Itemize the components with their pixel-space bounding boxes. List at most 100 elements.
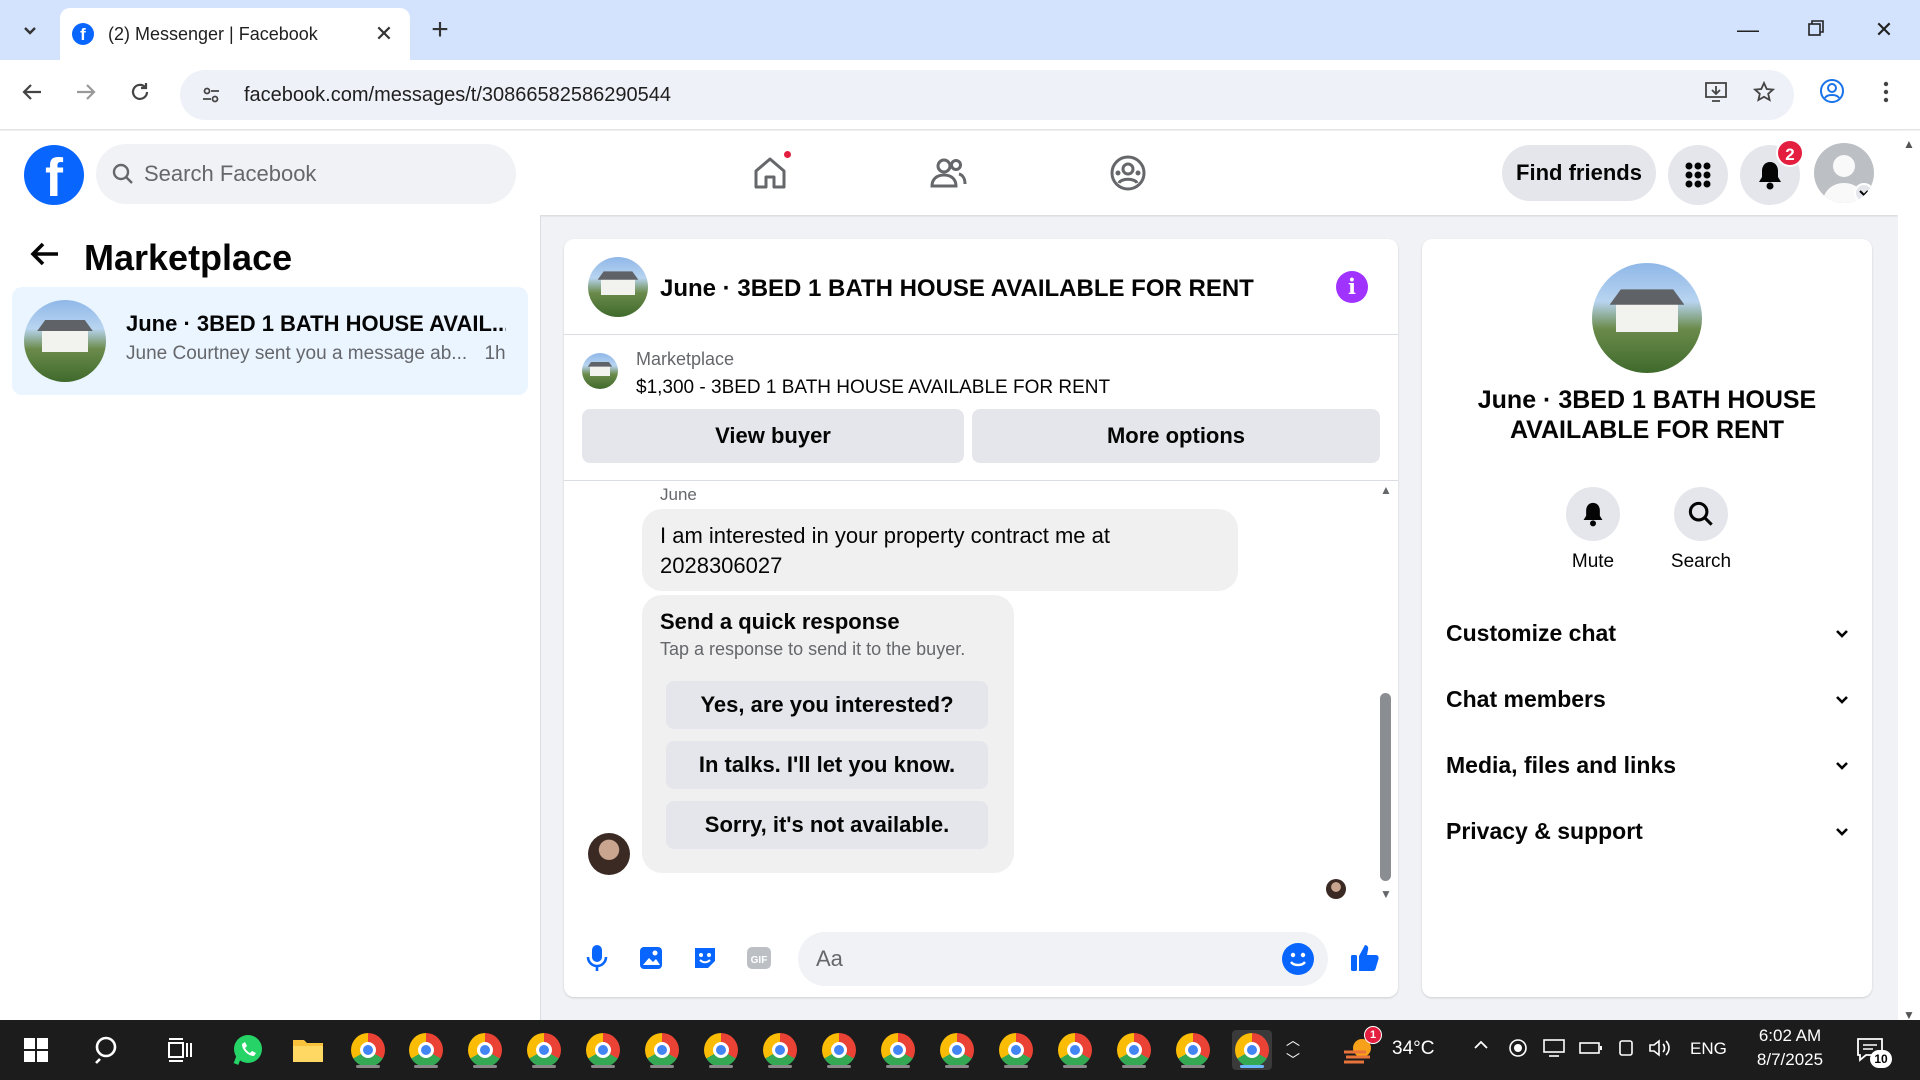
language-indicator[interactable]: ENG (1690, 1039, 1727, 1059)
info-icon[interactable]: i (1336, 271, 1368, 303)
chrome-app[interactable] (348, 1030, 388, 1070)
svg-text:GIF: GIF (751, 955, 768, 966)
taskbar-overflow-button[interactable]: ︿ ﹀ (1280, 1030, 1306, 1070)
mute-bell-icon[interactable] (1566, 487, 1620, 541)
chrome-app-active[interactable] (1232, 1030, 1272, 1070)
network-tray-icon[interactable] (1616, 1038, 1636, 1064)
media-files-links-section[interactable]: Media, files and links (1446, 739, 1850, 791)
running-indicator (945, 1065, 969, 1068)
close-tab-icon[interactable]: ✕ (370, 21, 398, 47)
location-tray-icon[interactable] (1508, 1038, 1528, 1064)
voice-clip-button[interactable] (580, 941, 614, 975)
conversation-item-selected[interactable]: June · 3BED 1 BATH HOUSE AVAIL... June C… (12, 287, 528, 395)
quick-reply-in-talks[interactable]: In talks. I'll let you know. (666, 741, 988, 789)
reload-button[interactable] (122, 78, 158, 114)
chat-scrollbar-thumb[interactable] (1380, 693, 1391, 881)
install-app-icon[interactable] (1698, 81, 1734, 109)
chat-scroll-down-icon[interactable]: ▼ (1378, 887, 1394, 901)
page-scrollbar[interactable]: ▲ ▼ (1898, 131, 1920, 1022)
site-info-icon[interactable] (194, 78, 228, 112)
chat-members-section[interactable]: Chat members (1446, 673, 1850, 725)
bookmark-star-icon[interactable] (1746, 80, 1782, 109)
browser-menu-button[interactable] (1868, 78, 1904, 114)
tab-search-dropdown[interactable] (10, 12, 50, 48)
like-button[interactable] (1348, 941, 1382, 975)
address-bar[interactable]: facebook.com/messages/t/3086658258629054… (180, 70, 1794, 120)
battery-tray-icon[interactable] (1578, 1038, 1604, 1064)
notification-center-button[interactable]: 10 (1850, 1030, 1892, 1070)
chrome-app[interactable] (760, 1030, 800, 1070)
privacy-support-section[interactable]: Privacy & support (1446, 805, 1850, 857)
browser-tab-active[interactable]: f (2) Messenger | Facebook ✕ (60, 8, 410, 60)
message-input-box[interactable] (798, 932, 1328, 986)
device-tray-icon[interactable] (1542, 1038, 1566, 1064)
listing-title[interactable]: $1,300 - 3BED 1 BATH HOUSE AVAILABLE FOR… (636, 377, 1110, 399)
nav-friends[interactable] (908, 145, 988, 201)
chrome-app[interactable] (878, 1030, 918, 1070)
facebook-search[interactable] (96, 144, 516, 204)
search-in-chat-icon[interactable] (1674, 487, 1728, 541)
show-hidden-icons[interactable] (1472, 1036, 1490, 1060)
search-input[interactable] (144, 161, 484, 187)
new-tab-button[interactable]: + (422, 14, 458, 46)
volume-tray-icon[interactable] (1648, 1038, 1672, 1064)
quick-reply-interested[interactable]: Yes, are you interested? (666, 681, 988, 729)
facebook-logo-icon[interactable]: f (24, 145, 84, 205)
chrome-app[interactable] (701, 1030, 741, 1070)
account-avatar[interactable] (1814, 143, 1874, 203)
details-listing-avatar[interactable] (1592, 263, 1702, 373)
chrome-app[interactable] (1114, 1030, 1154, 1070)
chat-listing-avatar[interactable] (588, 257, 648, 317)
chrome-app[interactable] (642, 1030, 682, 1070)
chat-title[interactable]: June · 3BED 1 BATH HOUSE AVAILABLE FOR R… (660, 275, 1254, 303)
more-options-button[interactable]: More options (972, 409, 1380, 463)
emoji-button[interactable] (1282, 943, 1314, 975)
sticker-button[interactable] (688, 941, 722, 975)
file-explorer-app[interactable] (288, 1030, 328, 1070)
mute-action[interactable]: Mute (1548, 487, 1638, 573)
scroll-up-arrow-icon[interactable]: ▲ (1903, 137, 1915, 151)
url-text: facebook.com/messages/t/3086658258629054… (244, 83, 671, 106)
search-action[interactable]: Search (1656, 487, 1746, 573)
chrome-app[interactable] (996, 1030, 1036, 1070)
task-view-button[interactable] (160, 1030, 200, 1070)
temperature-text[interactable]: 34°C (1392, 1038, 1434, 1060)
menu-button[interactable] (1668, 145, 1728, 205)
nav-home[interactable] (730, 145, 810, 201)
chrome-app[interactable] (406, 1030, 446, 1070)
chat-panel: June · 3BED 1 BATH HOUSE AVAILABLE FOR R… (564, 239, 1398, 997)
minimize-button[interactable]: — (1730, 14, 1766, 46)
message-input[interactable] (816, 932, 1256, 986)
notifications-button[interactable]: 2 (1740, 139, 1804, 205)
listing-small-thumbnail[interactable] (582, 353, 618, 389)
chrome-app[interactable] (937, 1030, 977, 1070)
chrome-app[interactable] (583, 1030, 623, 1070)
back-arrow-button[interactable] (28, 237, 62, 280)
view-buyer-button[interactable]: View buyer (582, 409, 964, 463)
chat-scroll-up-icon[interactable]: ▲ (1378, 483, 1394, 497)
chrome-app[interactable] (465, 1030, 505, 1070)
find-friends-button[interactable]: Find friends (1502, 145, 1656, 201)
running-indicator (1240, 1065, 1264, 1068)
customize-chat-section[interactable]: Customize chat (1446, 607, 1850, 659)
sender-avatar[interactable] (588, 833, 630, 875)
clock[interactable]: 6:02 AM 8/7/2025 (1752, 1026, 1828, 1070)
quick-reply-not-available[interactable]: Sorry, it's not available. (666, 801, 988, 849)
taskbar-search-button[interactable] (88, 1030, 128, 1070)
weather-widget-icon[interactable]: 1 (1340, 1026, 1382, 1070)
restore-button[interactable] (1798, 14, 1834, 46)
chrome-app[interactable] (1055, 1030, 1095, 1070)
back-button[interactable] (14, 78, 50, 114)
chrome-app[interactable] (1173, 1030, 1213, 1070)
start-button[interactable] (16, 1030, 56, 1070)
profile-button[interactable] (1814, 78, 1850, 114)
attach-photo-button[interactable] (634, 941, 668, 975)
chrome-app[interactable] (524, 1030, 564, 1070)
forward-button[interactable] (68, 78, 104, 114)
close-window-button[interactable]: ✕ (1866, 14, 1902, 46)
whatsapp-app[interactable] (228, 1030, 268, 1070)
gif-button[interactable]: GIF (742, 941, 776, 975)
chrome-app[interactable] (819, 1030, 859, 1070)
chrome-icon (1235, 1033, 1269, 1067)
nav-groups[interactable] (1088, 145, 1168, 201)
